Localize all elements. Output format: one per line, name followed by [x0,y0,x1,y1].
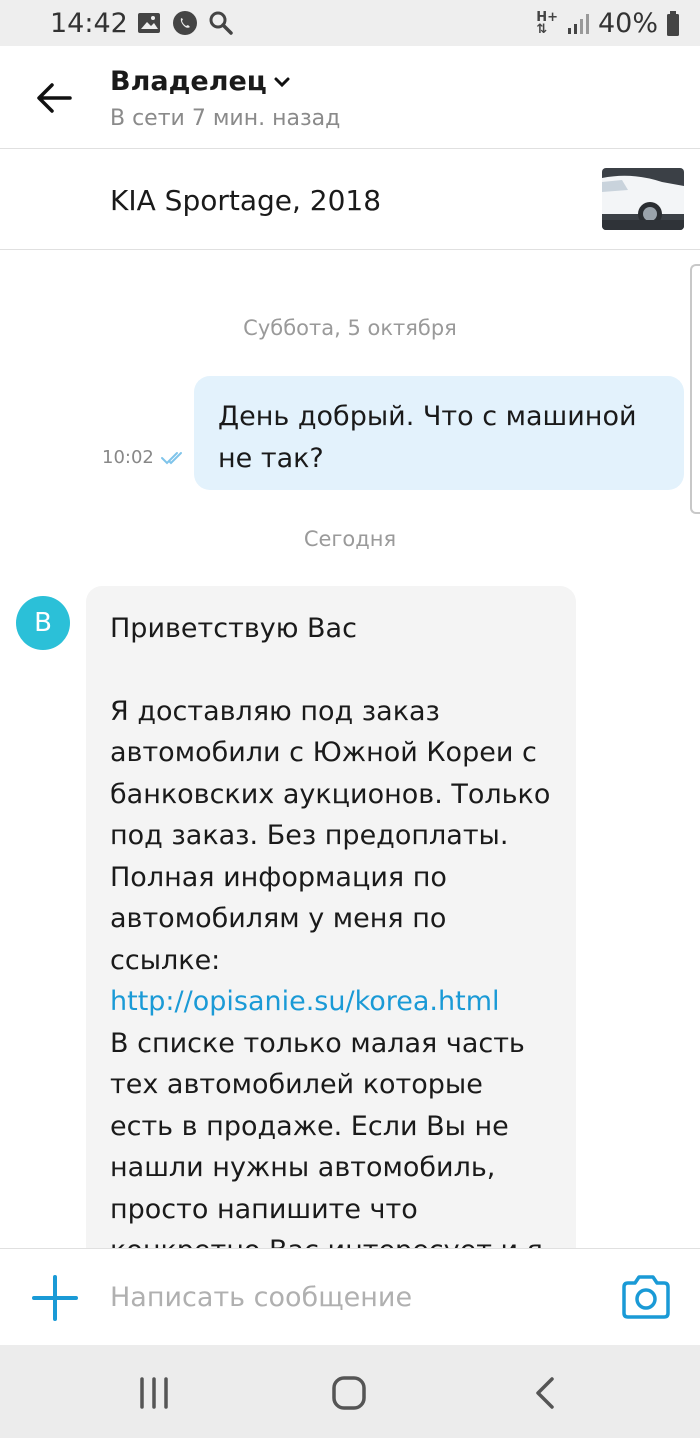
home-icon[interactable] [329,1375,369,1411]
contact-status: В сети 7 мин. назад [110,106,341,131]
scrollbar[interactable] [690,264,700,514]
system-navigation-bar [0,1345,700,1438]
signal-icon [567,13,589,34]
listing-thumbnail [602,168,684,230]
outgoing-message[interactable]: День добрый. Что с машиной не так? [194,376,684,490]
message-composer [0,1248,700,1345]
back-icon[interactable] [526,1375,566,1411]
battery-icon [667,10,679,36]
date-separator: Суббота, 5 октября [243,316,457,340]
plus-icon[interactable] [30,1273,80,1323]
message-body: В списке только малая часть тех автомоби… [110,1027,525,1184]
search-icon [209,11,233,35]
back-arrow-icon[interactable] [32,76,76,120]
avatar[interactable]: В [16,596,70,650]
listing-bar[interactable]: KIA Sportage, 2018 [0,149,700,250]
message-link[interactable]: http://opisanie.su/korea.html [110,981,552,1023]
status-bar: 14:42 H+ ⇅ 40% [0,0,700,46]
chat-header: Владелец В сети 7 мин. назад [0,46,700,149]
message-greeting: Приветствую Вас [110,613,357,644]
status-time: 14:42 [50,8,128,39]
whatsapp-icon [173,11,197,35]
message-time: 10:02 [102,447,154,468]
message-body: Я доставляю под заказ автомобили с Южной… [110,695,551,976]
camera-icon[interactable] [620,1273,672,1321]
contact-name: Владелец [110,66,267,97]
contact-title-dropdown[interactable]: Владелец [110,66,291,97]
gallery-icon [138,13,160,33]
message-input[interactable] [110,1273,580,1321]
status-notification-icons [136,10,234,36]
message-meta: 10:02 [102,447,188,468]
chevron-down-icon [274,77,290,87]
message-body: просто напишите что конкретно Вас интере… [110,1193,543,1249]
recent-apps-icon[interactable] [134,1375,174,1411]
date-separator: Сегодня [303,527,397,551]
network-type: H+ ⇅ [536,9,558,37]
double-check-icon [160,451,182,464]
message-list[interactable]: Суббота, 5 октября 10:02 День добрый. Чт… [0,250,700,1248]
incoming-message[interactable]: Приветствую Вас Я доставляю под заказ ав… [86,586,576,1248]
battery-percent: 40% [597,8,658,39]
listing-title: KIA Sportage, 2018 [110,184,382,217]
status-right: H+ ⇅ 40% [536,8,680,39]
